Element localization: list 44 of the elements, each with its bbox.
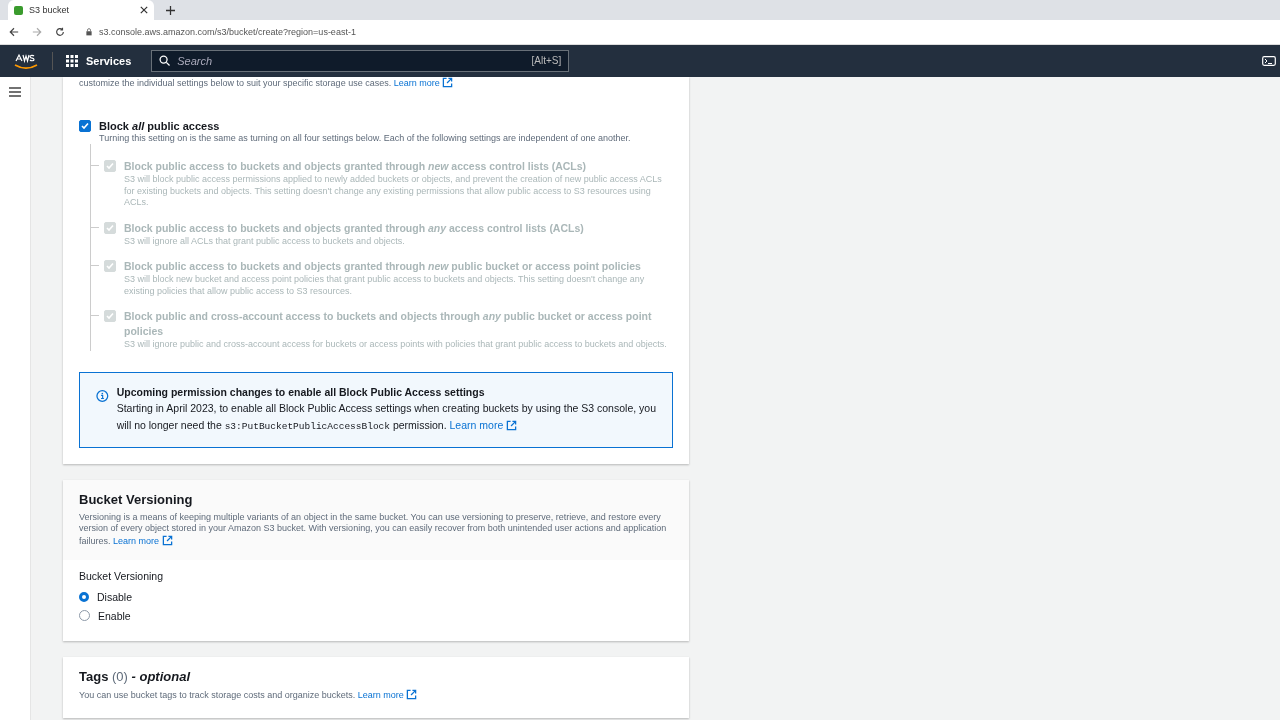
alert-text: Starting in April 2023, to enable all Block Public Access settings when creating buckets by using the S3 console, you will no longer need the s3:PutBucketPublicAccessBlock permission. Learn more xyxy=(116,400,657,434)
close-icon[interactable] xyxy=(140,6,148,14)
lock-icon xyxy=(86,28,92,36)
learn-more-link[interactable]: Learn more xyxy=(449,418,518,431)
services-menu-button[interactable]: Services xyxy=(66,55,132,67)
option-description: S3 will block new bucket and access point policies that grant public access to buckets and objects. This setting doesn't change any existing policies that allow public access to S3 resources. xyxy=(124,274,646,297)
checkbox[interactable] xyxy=(79,119,91,132)
external-link-icon xyxy=(161,534,173,546)
section-description: Versioning is a means of keeping multiple variants of an object in the same bucket. You can use versioning to preserve, retrieve, and restore every version of every object stored in your Amazon S3 bucket. With versioning, you can easily recover from both unintended user actions and application failures. Learn more xyxy=(79,511,668,547)
section-description: You can use bucket tags to track storage costs and organize buckets. Learn more xyxy=(79,689,673,702)
option-label: Block public access to buckets and objects granted through any access control lists (ACLs) xyxy=(124,220,584,236)
external-link-icon xyxy=(506,419,518,431)
option-description: Turning this setting on is the same as turning on all four settings below. Each of the following settings are independent of one another. xyxy=(99,132,631,144)
new-tab-icon[interactable] xyxy=(166,5,175,15)
radio-button[interactable] xyxy=(79,591,89,602)
cloudshell-icon[interactable] xyxy=(1262,56,1276,66)
option-description: S3 will block public access permissions applied to newly added buckets or objects, and prevent the creation of new public access ACLs for existing buckets and objects. This setting doesn't change any existing permissions that allow public access to S3 resources using ACLs. xyxy=(124,174,663,209)
learn-more-link[interactable]: Learn more xyxy=(113,535,173,546)
option-label: Block all public access xyxy=(99,118,221,133)
browser-tab[interactable]: S3 bucket xyxy=(8,0,154,20)
section-title: Bucket Versioning xyxy=(79,491,194,507)
option-label: Block public and cross-account access to buckets and objects through any public bucket or access point policies xyxy=(124,309,653,339)
option-description: S3 will ignore all ACLs that grant public access to buckets and objects. xyxy=(124,235,406,247)
option-label: Block public access to buckets and objects granted through new public bucket or access point policies xyxy=(124,259,642,274)
reload-icon[interactable] xyxy=(55,27,65,37)
option-label: Block public access to buckets and objects granted through new access control lists (ACLs) xyxy=(124,159,588,174)
menu-icon[interactable] xyxy=(9,87,21,97)
alert-title: Upcoming permission changes to enable all Block Public Access settings xyxy=(116,384,486,400)
radio-option[interactable]: Disable xyxy=(79,587,673,606)
section-title: Tags (0) - optional xyxy=(79,669,192,684)
grid-icon xyxy=(66,55,78,67)
address-bar[interactable]: s3.console.aws.amazon.com/s3/bucket/create?region=us-east-1 xyxy=(78,27,364,37)
option-description: S3 will ignore public and cross-account access for buckets or access points with policies that grant public access to buckets and objects. xyxy=(124,339,668,351)
field-label: Bucket Versioning xyxy=(79,570,165,582)
learn-more-link[interactable]: Learn more xyxy=(357,690,418,700)
bucket-favicon-icon xyxy=(14,5,23,15)
aws-logo-icon[interactable] xyxy=(13,52,39,70)
back-icon[interactable] xyxy=(9,27,19,37)
radio-option[interactable]: Enable xyxy=(79,606,673,625)
learn-more-link[interactable]: Learn more xyxy=(393,78,454,88)
external-link-icon xyxy=(442,77,454,88)
shortcut-hint: [Alt+S] xyxy=(531,55,562,66)
section-description: customize the individual settings below to suit your specific storage use cases. Learn more xyxy=(79,77,673,90)
external-link-icon xyxy=(406,689,418,700)
